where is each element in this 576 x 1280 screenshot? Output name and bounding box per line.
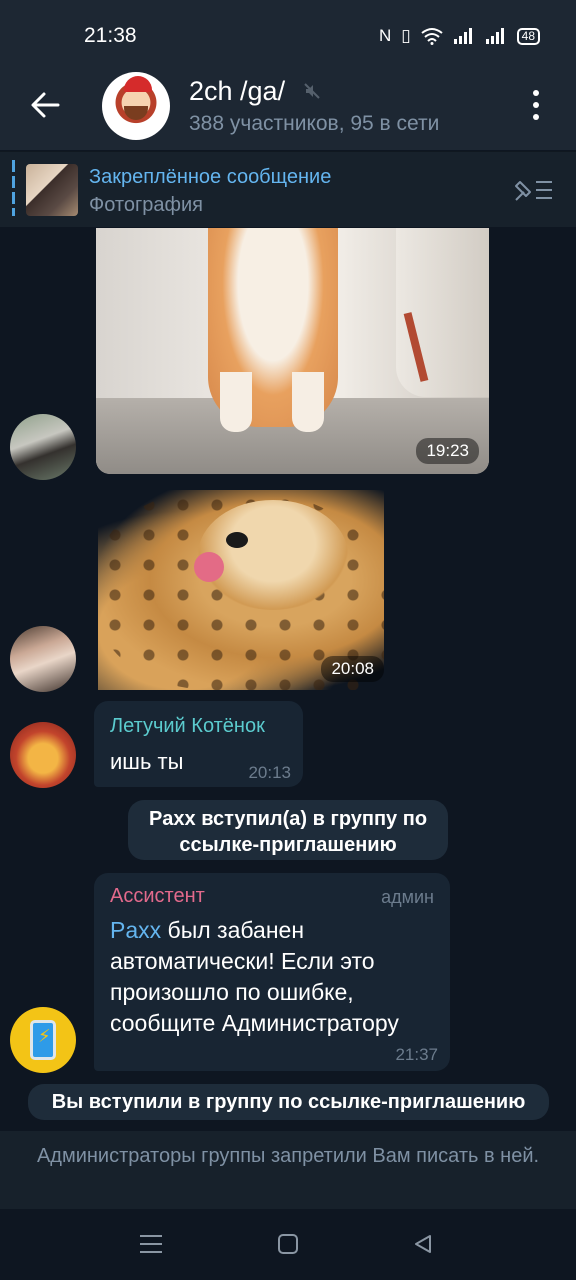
avatar[interactable]: ⚡ bbox=[10, 1007, 76, 1073]
service-message: Paxx вступил(а) в группу по ссылке-пригл… bbox=[128, 800, 448, 860]
message-bubble[interactable]: Ассистент админ Paxx был забанен автомат… bbox=[94, 873, 450, 1071]
sticker-message[interactable]: 20:08 bbox=[98, 490, 384, 690]
photo-dog-leg bbox=[292, 372, 324, 432]
sender-name[interactable]: Летучий Котёнок bbox=[110, 715, 265, 738]
vibrate-icon: ▯ bbox=[401, 26, 411, 45]
pinned-thumbnail bbox=[26, 164, 78, 216]
more-menu-icon[interactable] bbox=[526, 90, 546, 120]
message-time: 21:37 bbox=[395, 1045, 438, 1064]
sender-name[interactable]: Ассистент bbox=[110, 885, 205, 908]
battery-icon: 48 bbox=[516, 27, 540, 45]
service-message: Вы вступили в группу по ссылке-приглашен… bbox=[28, 1084, 549, 1120]
admin-badge: админ bbox=[381, 887, 434, 907]
pinned-indicator bbox=[12, 160, 15, 216]
message-text: ишь ты bbox=[110, 749, 184, 774]
bolt-icon: ⚡ bbox=[38, 1026, 51, 1046]
chat-header: 2ch /ga/ 388 участников, 95 в сети bbox=[0, 62, 576, 150]
santa-hat-icon bbox=[124, 76, 152, 92]
wifi-icon bbox=[421, 28, 443, 45]
avatar[interactable] bbox=[10, 414, 76, 480]
status-icons: N ▯ 48 bbox=[379, 26, 540, 46]
sticker-face bbox=[198, 500, 348, 610]
message-time: 20:13 bbox=[248, 763, 291, 782]
recent-apps-icon[interactable] bbox=[140, 1235, 162, 1253]
mute-icon bbox=[304, 83, 320, 99]
chat-subtitle: 388 участников, 95 в сети bbox=[189, 112, 440, 135]
message-bubble[interactable]: Летучий Котёнок ишь ты 20:13 bbox=[94, 701, 303, 787]
chat-title[interactable]: 2ch /ga/ bbox=[189, 76, 285, 107]
message-text: Paxx был забанен автоматически! Если это… bbox=[110, 915, 446, 1039]
home-icon[interactable] bbox=[278, 1234, 298, 1254]
signal-icon bbox=[453, 28, 472, 44]
photo-message[interactable]: 19:23 bbox=[96, 228, 489, 474]
photo-time: 19:23 bbox=[416, 438, 479, 464]
signal-icon bbox=[485, 28, 504, 44]
avatar[interactable] bbox=[10, 626, 76, 692]
pinned-title: Закреплённое сообщение bbox=[89, 166, 332, 188]
nfc-icon: N bbox=[379, 26, 392, 45]
message-list[interactable]: 19:23 20:08 Летучий Котёнок ишь ты 20:13… bbox=[0, 228, 576, 1130]
pinned-message-bar[interactable]: Закреплённое сообщение Фотография bbox=[0, 151, 576, 227]
sticker-time: 20:08 bbox=[321, 656, 384, 682]
pinned-subtitle: Фотография bbox=[89, 194, 203, 216]
back-triangle-icon[interactable] bbox=[412, 1233, 434, 1255]
photo-dog-leg bbox=[220, 372, 252, 432]
avatar[interactable] bbox=[10, 722, 76, 788]
beard-shape bbox=[124, 106, 148, 120]
mention-link[interactable]: Paxx bbox=[110, 917, 161, 943]
sticker-nose bbox=[226, 532, 248, 548]
group-avatar[interactable] bbox=[102, 72, 170, 140]
status-time: 21:38 bbox=[84, 24, 137, 47]
system-nav-bar bbox=[0, 1209, 576, 1280]
back-arrow-icon[interactable] bbox=[28, 88, 62, 122]
status-bar: 21:38 N ▯ 48 bbox=[0, 0, 576, 62]
pinned-list-icon[interactable] bbox=[512, 176, 556, 204]
restriction-notice: Администраторы группы запретили Вам писа… bbox=[0, 1131, 576, 1209]
sticker-tongue bbox=[194, 552, 224, 582]
